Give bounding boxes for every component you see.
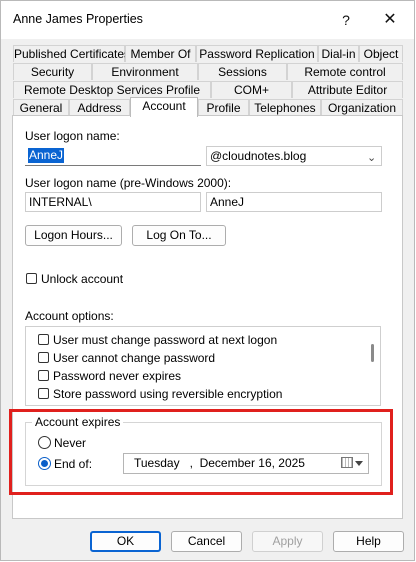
chevron-down-icon[interactable]: ⌄ <box>367 151 376 164</box>
tab-sessions[interactable]: Sessions <box>198 63 287 80</box>
pre2000-label: User logon name (pre-Windows 2000): <box>25 176 232 190</box>
help-button[interactable]: Help <box>333 531 404 552</box>
apply-button[interactable]: Apply <box>252 531 323 552</box>
logon-hours-button[interactable]: Logon Hours... <box>25 225 122 246</box>
logon-name-label: User logon name: <box>25 129 120 143</box>
tab-general[interactable]: General <box>13 99 69 116</box>
tab-remote-control[interactable]: Remote control <box>287 63 403 80</box>
tab-attribute-editor[interactable]: Attribute Editor <box>292 81 403 98</box>
account-options-label: Account options: <box>25 309 114 323</box>
tab-address[interactable]: Address <box>69 99 130 116</box>
tab-environment[interactable]: Environment <box>92 63 198 80</box>
option-checkbox[interactable] <box>38 370 49 381</box>
options-scrollbar[interactable] <box>371 344 374 362</box>
log-on-to-button[interactable]: Log On To... <box>132 225 226 246</box>
window-title: Anne James Properties <box>13 12 143 26</box>
option-label: Store password using reversible encrypti… <box>53 387 283 401</box>
help-icon[interactable]: ? <box>335 9 357 31</box>
title-bar: Anne James Properties ? ✕ <box>1 1 414 39</box>
cancel-button[interactable]: Cancel <box>171 531 242 552</box>
tab-com-plus[interactable]: COM+ <box>211 81 292 98</box>
ok-button[interactable]: OK <box>90 531 161 552</box>
tab-profile[interactable]: Profile <box>198 99 249 116</box>
option-checkbox[interactable] <box>38 352 49 363</box>
logon-name-input[interactable]: AnneJ <box>25 146 201 166</box>
unlock-account-label: Unlock account <box>41 272 124 286</box>
domain-suffix-select[interactable]: @cloudnotes.blog <box>206 146 382 166</box>
option-label: User cannot change password <box>53 351 216 365</box>
tab-security[interactable]: Security <box>13 63 92 80</box>
pre2000-domain-field: INTERNAL\ <box>25 192 201 212</box>
option-checkbox[interactable] <box>38 334 49 345</box>
option-label: User must change password at next logon <box>53 333 278 347</box>
highlight-box <box>9 409 393 495</box>
logon-name-value: AnneJ <box>28 148 65 163</box>
tab-account[interactable]: Account <box>130 97 198 117</box>
tab-member-of[interactable]: Member Of <box>125 45 196 62</box>
domain-suffix-value: @cloudnotes.blog <box>210 149 307 163</box>
tab-published-certificates[interactable]: Published Certificates <box>13 45 130 62</box>
tab-dial-in[interactable]: Dial-in <box>318 45 359 62</box>
tab-password-replication[interactable]: Password Replication <box>196 45 318 62</box>
properties-dialog: Anne James Properties ? ✕ Published Cert… <box>0 0 415 561</box>
close-icon[interactable]: ✕ <box>379 9 401 31</box>
tab-remote-desktop-services-profile[interactable]: Remote Desktop Services Profile <box>13 81 211 98</box>
pre2000-name-input[interactable]: AnneJ <box>206 192 382 212</box>
unlock-account-checkbox[interactable] <box>26 273 37 284</box>
tab-object[interactable]: Object <box>359 45 403 62</box>
tab-telephones[interactable]: Telephones <box>249 99 321 116</box>
option-label: Password never expires <box>53 369 182 383</box>
option-checkbox[interactable] <box>38 388 49 399</box>
tab-organization[interactable]: Organization <box>321 99 403 116</box>
